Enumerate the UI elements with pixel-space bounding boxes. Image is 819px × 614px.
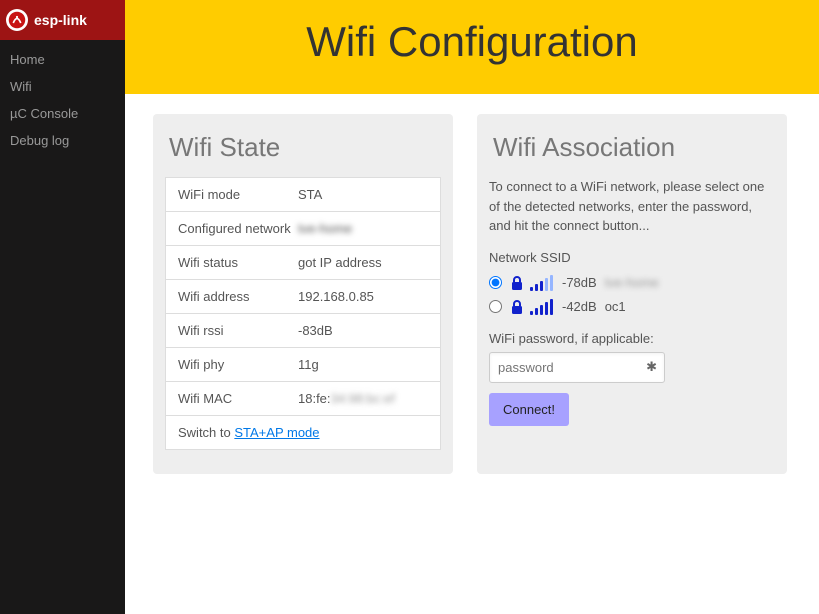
signal-icon xyxy=(530,299,556,315)
wifi-state-table: WiFi mode STA Configured network tve-hom… xyxy=(165,177,441,450)
brand-logo-icon xyxy=(6,9,28,31)
ssid-name: tve-home xyxy=(605,275,659,290)
phy-value: 11g xyxy=(298,357,319,372)
nav: Home Wifi µC Console Debug log xyxy=(0,40,125,154)
signal-icon xyxy=(530,275,556,291)
lock-icon xyxy=(510,299,524,315)
table-row: Wifi phy 11g xyxy=(166,348,440,382)
brand-header: esp-link xyxy=(0,0,125,40)
table-row: Configured network tve-home xyxy=(166,212,440,246)
ssid-option[interactable]: -42dB oc1 xyxy=(489,295,775,319)
mode-value: STA xyxy=(298,187,322,202)
page-header: Wifi Configuration xyxy=(125,0,819,94)
nav-item-console[interactable]: µC Console xyxy=(0,100,125,127)
ssid-radio[interactable] xyxy=(489,300,502,313)
mode-label: WiFi mode xyxy=(178,187,298,202)
rssi-label: Wifi rssi xyxy=(178,323,298,338)
pw-field-label: WiFi password, if applicable: xyxy=(489,331,775,346)
status-label: Wifi status xyxy=(178,255,298,270)
ssid-list: -78dB tve-home -42dB oc1 xyxy=(489,271,775,319)
ssid-option[interactable]: -78dB tve-home xyxy=(489,271,775,295)
nav-item-home[interactable]: Home xyxy=(0,46,125,73)
brand-name: esp-link xyxy=(34,12,87,28)
lock-icon xyxy=(510,275,524,291)
addr-value: 192.168.0.85 xyxy=(298,289,374,304)
table-row: Wifi address 192.168.0.85 xyxy=(166,280,440,314)
main: Wifi Configuration Wifi State WiFi mode … xyxy=(125,0,819,614)
ssid-field-label: Network SSID xyxy=(489,250,775,265)
table-row: WiFi mode STA xyxy=(166,178,440,212)
confnet-label: Configured network xyxy=(178,221,298,236)
wifi-assoc-title: Wifi Association xyxy=(489,132,775,163)
wifi-state-title: Wifi State xyxy=(165,132,441,163)
table-row: Wifi status got IP address xyxy=(166,246,440,280)
phy-label: Wifi phy xyxy=(178,357,298,372)
ssid-radio[interactable] xyxy=(489,276,502,289)
ssid-rssi: -78dB xyxy=(562,275,597,290)
connect-button[interactable]: Connect! xyxy=(489,393,569,426)
ssid-rssi: -42dB xyxy=(562,299,597,314)
content: Wifi State WiFi mode STA Configured netw… xyxy=(125,94,819,494)
addr-label: Wifi address xyxy=(178,289,298,304)
rssi-value: -83dB xyxy=(298,323,333,338)
page-title: Wifi Configuration xyxy=(125,18,819,66)
ssid-name: oc1 xyxy=(605,299,626,314)
sidebar: esp-link Home Wifi µC Console Debug log xyxy=(0,0,125,614)
confnet-value: tve-home xyxy=(298,221,352,236)
status-value: got IP address xyxy=(298,255,382,270)
wifi-assoc-card: Wifi Association To connect to a WiFi ne… xyxy=(477,114,787,474)
assoc-intro-text: To connect to a WiFi network, please sel… xyxy=(489,177,775,236)
mac-label: Wifi MAC xyxy=(178,391,298,406)
wifi-state-card: Wifi State WiFi mode STA Configured netw… xyxy=(153,114,453,474)
mac-value: 18:fe:34:98:bc:ef xyxy=(298,391,395,406)
nav-item-wifi[interactable]: Wifi xyxy=(0,73,125,100)
table-row: Wifi rssi -83dB xyxy=(166,314,440,348)
switch-mode-row: Switch to STA+AP mode xyxy=(166,416,440,449)
table-row: Wifi MAC 18:fe:34:98:bc:ef xyxy=(166,382,440,416)
switch-mode-link[interactable]: STA+AP mode xyxy=(234,425,319,440)
nav-item-debug[interactable]: Debug log xyxy=(0,127,125,154)
password-input[interactable] xyxy=(489,352,665,383)
